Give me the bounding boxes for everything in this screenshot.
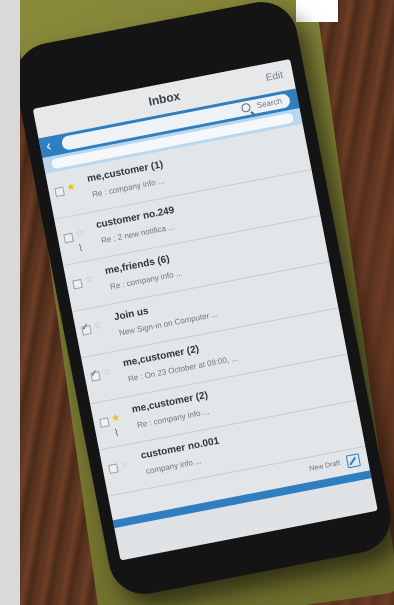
message-list: ★ me,customer (1) Re : company info ... …: [45, 123, 366, 497]
star-icon[interactable]: ☆: [83, 274, 94, 287]
back-chevron-icon[interactable]: ‹: [45, 137, 53, 156]
checkbox[interactable]: [54, 186, 65, 198]
star-icon[interactable]: ☆: [119, 458, 130, 471]
checkbox[interactable]: [81, 325, 92, 336]
checkbox[interactable]: [90, 371, 101, 382]
left-border-strip: [0, 0, 20, 605]
message-sender: Join us: [113, 305, 150, 324]
star-icon[interactable]: ☆: [75, 228, 86, 241]
checkbox[interactable]: [108, 463, 119, 475]
star-icon[interactable]: ★: [66, 181, 77, 194]
checkbox[interactable]: [72, 278, 83, 290]
checkbox[interactable]: [63, 232, 74, 244]
star-icon[interactable]: ☆: [101, 366, 112, 379]
new-draft-label[interactable]: New Draft: [309, 460, 341, 473]
star-icon[interactable]: ★: [110, 412, 121, 425]
checkbox[interactable]: [99, 417, 110, 428]
smartphone: Inbox Edit ‹ Search ★ me,customer (1) Re: [20, 0, 394, 601]
paperclip-icon: ⌇: [113, 427, 121, 440]
search-placeholder: Search: [256, 96, 283, 111]
compose-icon[interactable]: [345, 453, 361, 469]
star-icon[interactable]: ☆: [92, 320, 103, 333]
message-sender: customer no.001: [140, 435, 221, 462]
white-corner-patch: [296, 0, 338, 22]
paperclip-icon: ⌇: [77, 243, 85, 255]
desk-scene: Inbox Edit ‹ Search ★ me,customer (1) Re: [20, 0, 394, 605]
search-icon: [240, 102, 252, 114]
